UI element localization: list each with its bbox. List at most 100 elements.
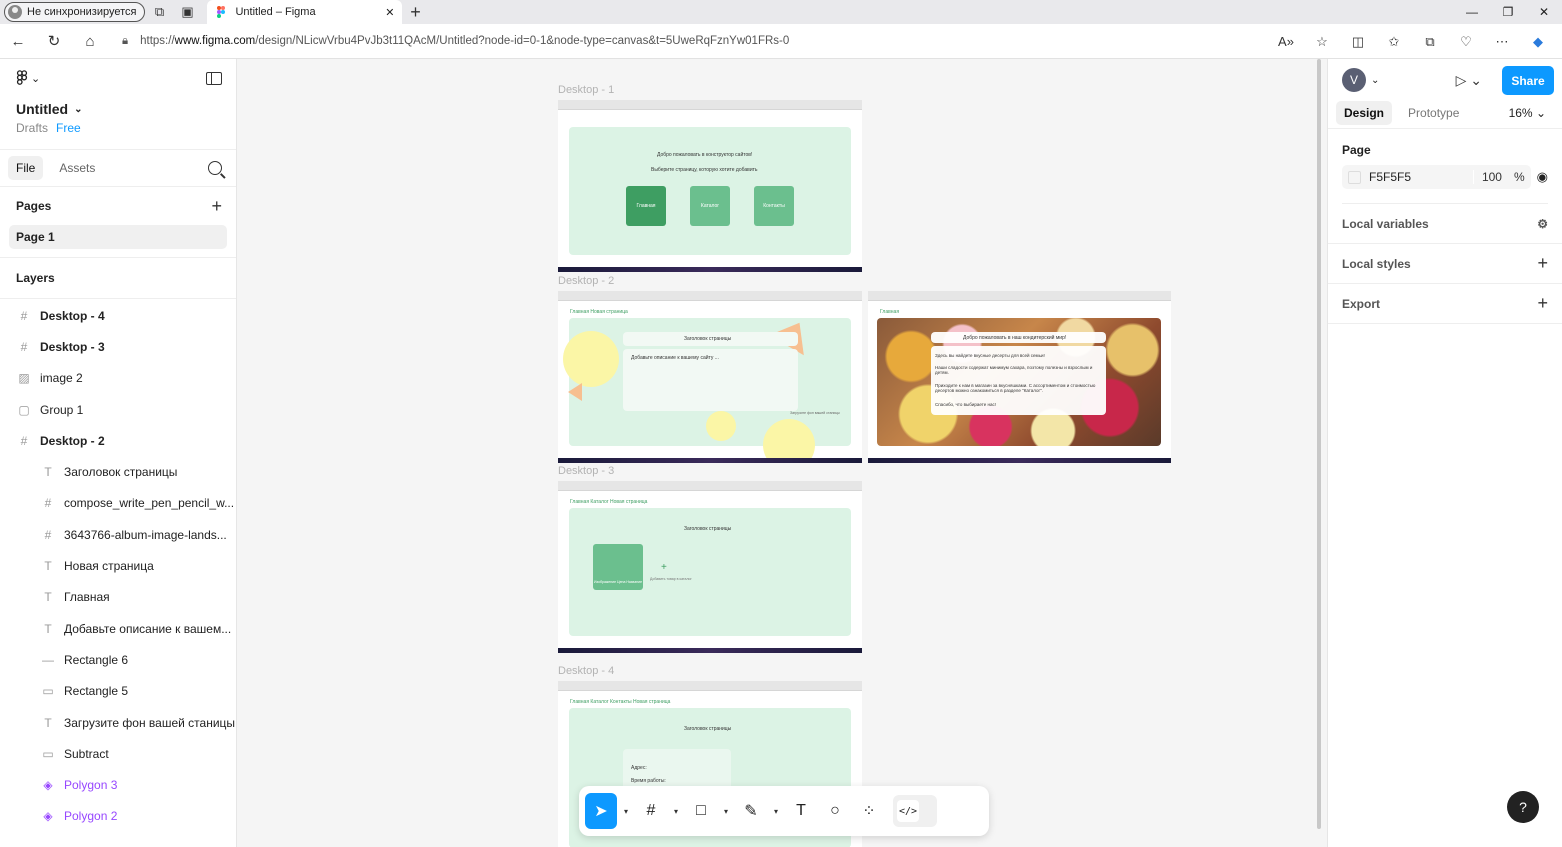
comment-tool-icon[interactable]: ○ [819, 793, 851, 829]
shape-tool-chevron-icon[interactable]: ▾ [719, 807, 733, 816]
maximize-icon[interactable]: ❐ [1490, 0, 1526, 24]
eye-icon[interactable]: ◉ [1537, 169, 1548, 185]
layer-item[interactable]: ▭ Subtract [0, 738, 236, 769]
layer-item[interactable]: — Rectangle 6 [0, 644, 236, 675]
toggle-sidebar-icon[interactable] [206, 71, 222, 85]
layer-item[interactable]: T Новая страница [0, 550, 236, 581]
figma-logo-icon [16, 70, 28, 85]
browser-essentials-icon[interactable]: ♡ [1450, 34, 1482, 50]
collections-icon[interactable]: ⧉ [145, 0, 173, 24]
add-export-icon[interactable]: + [1537, 293, 1548, 314]
help-button[interactable]: ? [1507, 791, 1539, 823]
background-color-field[interactable]: F5F5F5 100% [1342, 165, 1531, 189]
layer-item[interactable]: ◈ Polygon 2 [0, 801, 236, 832]
frame-label-desktop-4[interactable]: Desktop - 4 [558, 665, 614, 677]
layer-label: Subtract [64, 746, 109, 761]
tab-design[interactable]: Design [1336, 100, 1393, 125]
tab-actions-icon[interactable]: ▣ [173, 0, 201, 24]
reload-icon[interactable]: ↻ [36, 32, 72, 50]
frame-tool-chevron-icon[interactable]: ▾ [669, 807, 683, 816]
copilot-icon[interactable]: ◆ [1522, 34, 1554, 50]
pen-tool-icon[interactable]: ✎ [735, 793, 767, 829]
layer-item[interactable]: # compose_write_pen_pencil_w... [0, 488, 236, 519]
layer-item[interactable]: ▢ Group 1 [0, 394, 236, 425]
frame-desktop-2[interactable]: Главная Новая страница Заголовок страниц… [558, 291, 862, 463]
collections-button-icon[interactable]: ⧉ [1414, 34, 1446, 50]
frame-desktop-2-image[interactable]: Главная Добро пожаловать в наш кондитерс… [868, 291, 1171, 463]
layer-item[interactable]: # Desktop - 3 [0, 331, 236, 362]
back-icon[interactable]: ← [0, 33, 36, 50]
layer-item[interactable]: ◈ Polygon 3 [0, 769, 236, 800]
plan-badge[interactable]: Free [56, 121, 81, 135]
tab-assets[interactable]: Assets [51, 156, 103, 180]
color-swatch[interactable] [1348, 170, 1361, 184]
d1-choose: Выберите страницу, которую хотите добави… [651, 167, 758, 173]
home-icon[interactable]: ⌂ [72, 33, 108, 50]
page-item[interactable]: Page 1 [9, 225, 227, 249]
chevron-down-icon[interactable]: ⌄ [1371, 75, 1379, 86]
dev-mode-toggle[interactable]: </> [893, 795, 937, 827]
browser-tab[interactable]: Untitled – Figma ✕ [207, 0, 403, 24]
move-tool-chevron-icon[interactable]: ▾ [619, 807, 633, 816]
zoom-dropdown[interactable]: 16% ⌄ [1509, 106, 1554, 120]
layer-item[interactable]: T Загрузите фон вашей станицы [0, 707, 236, 738]
frame-label-desktop-2[interactable]: Desktop - 2 [558, 275, 614, 287]
frame-desktop-3[interactable]: Главная Каталог Новая страница Заголовок… [558, 481, 862, 653]
d3-nav: Главная Каталог Новая страница [570, 499, 648, 505]
local-styles-label[interactable]: Local styles [1342, 257, 1411, 271]
layer-item[interactable]: ▨ image 2 [0, 363, 236, 394]
layers-list: # Desktop - 4 # Desktop - 3 ▨ image 2 ▢ Group 1… [0, 299, 236, 832]
add-style-icon[interactable]: + [1537, 253, 1548, 274]
variables-icon[interactable]: ⚙︎ [1537, 217, 1548, 231]
color-hex[interactable]: F5F5F5 [1369, 170, 1411, 184]
frame-label-desktop-1[interactable]: Desktop - 1 [558, 84, 614, 96]
favorite-star-icon[interactable]: ☆ [1306, 34, 1338, 50]
add-page-icon[interactable]: + [211, 196, 222, 217]
present-icon[interactable]: ▷ ⌄ [1456, 72, 1482, 89]
d4-nav: Главная Каталог Контакты Новая страница [570, 699, 671, 705]
main-menu-button[interactable]: ⌄ [16, 70, 40, 86]
file-title[interactable]: Untitled ⌄ [0, 97, 236, 117]
actions-tool-icon[interactable]: ⁘ [853, 793, 885, 829]
url-field[interactable]: 🔒︎ https://www.figma.com/design/NLicwVrb… [122, 35, 789, 48]
export-label[interactable]: Export [1342, 297, 1380, 311]
new-tab-icon[interactable]: + [402, 2, 428, 23]
canvas-scrollbar[interactable] [1317, 59, 1321, 829]
layer-item[interactable]: # Desktop - 2 [0, 425, 236, 456]
frame-label-desktop-3[interactable]: Desktop - 3 [558, 465, 614, 477]
pen-tool-chevron-icon[interactable]: ▾ [769, 807, 783, 816]
drafts-link[interactable]: Drafts [16, 121, 48, 135]
close-window-icon[interactable]: ✕ [1526, 0, 1562, 24]
frame-desktop-1[interactable]: Добро пожаловать в конструктор сайтов! В… [558, 100, 862, 272]
text-tool-icon[interactable]: T [785, 793, 817, 829]
tab-file[interactable]: File [8, 156, 44, 180]
rectangle-tool-icon[interactable]: □ [685, 793, 717, 829]
d3-heading: Заголовок страницы [684, 526, 732, 532]
opacity-value[interactable]: 100 [1482, 170, 1502, 184]
layer-item[interactable]: #3643766-album-image-lands... [0, 519, 236, 550]
avatar[interactable]: V [1342, 68, 1366, 92]
layer-item[interactable]: T Главная [0, 582, 236, 613]
d2b-welcome: Добро пожаловать в наш кондитерский мир! [963, 335, 1067, 341]
d1-main-button: Главная [626, 186, 666, 226]
search-icon[interactable] [208, 161, 222, 175]
move-tool-icon[interactable]: ➤ [585, 793, 617, 829]
minimize-icon[interactable]: — [1454, 0, 1490, 24]
layer-item[interactable]: ▭ Rectangle 5 [0, 676, 236, 707]
tab-close-icon[interactable]: ✕ [385, 6, 394, 19]
layer-item[interactable]: T Добавьте описание к вашем... [0, 613, 236, 644]
share-button[interactable]: Share [1502, 66, 1554, 95]
layer-item[interactable]: T Заголовок страницы [0, 456, 236, 487]
local-variables-label[interactable]: Local variables [1342, 217, 1429, 231]
tab-prototype[interactable]: Prototype [1400, 101, 1467, 125]
layer-item[interactable]: # Desktop - 4 [0, 300, 236, 331]
more-icon[interactable]: ⋯ [1486, 34, 1518, 50]
canvas[interactable]: Desktop - 1 Добро пожаловать в конструкт… [237, 59, 1327, 847]
bottom-toolbar: ➤ ▾ # ▾ □ ▾ ✎ ▾ T ○ ⁘ </> [579, 786, 989, 836]
split-screen-icon[interactable]: ◫ [1342, 34, 1374, 50]
profile-button[interactable]: Не синхронизируется [4, 2, 146, 22]
favorites-icon[interactable]: ✩ [1378, 34, 1410, 50]
d4-heading: Заголовок страницы [684, 726, 732, 732]
frame-tool-icon[interactable]: # [635, 793, 667, 829]
read-aloud-icon[interactable]: A» [1270, 34, 1302, 49]
